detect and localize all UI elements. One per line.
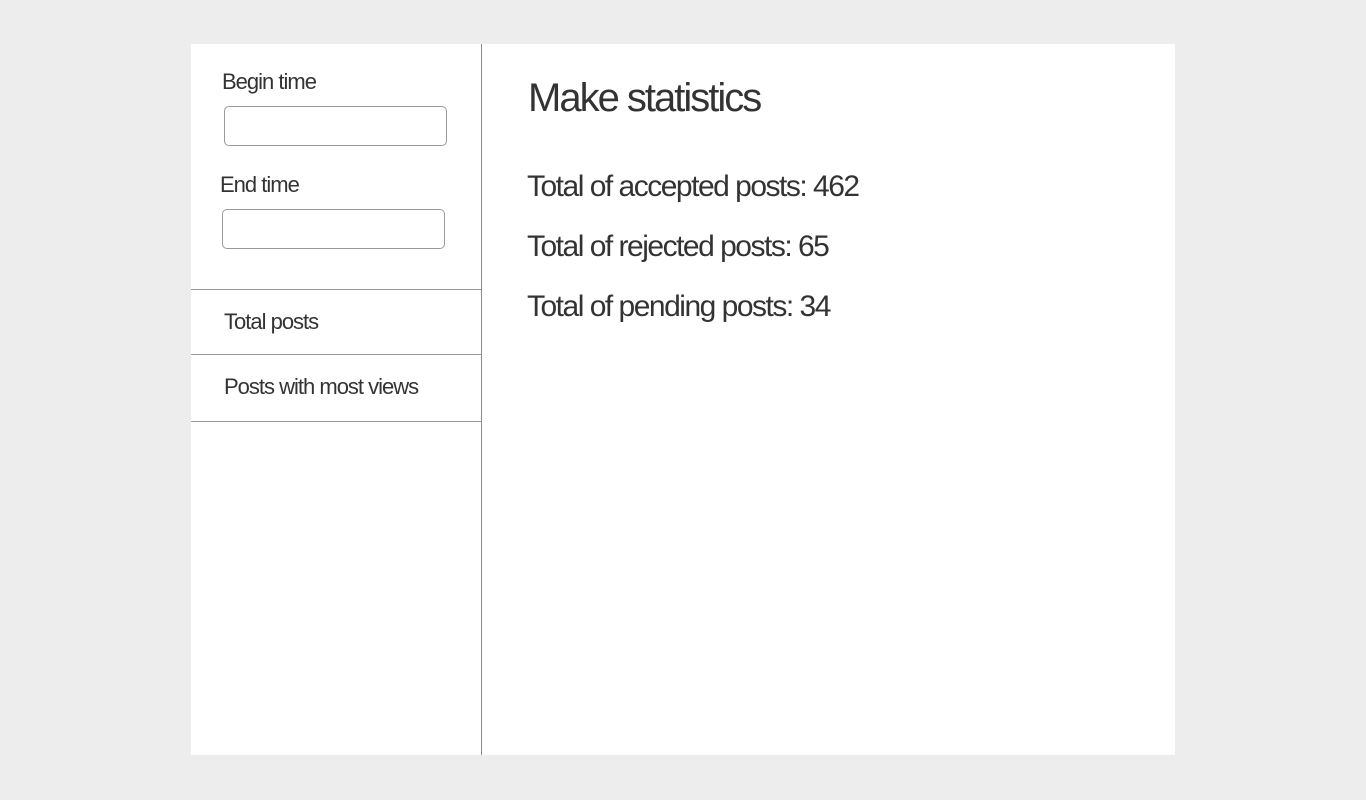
sidebar: Begin time End time Total posts Posts wi… (191, 44, 482, 755)
menu-item-label: Total posts (224, 309, 319, 334)
main-content: Make statistics Total of accepted posts:… (482, 44, 1175, 755)
stat-accepted-posts: Total of accepted posts: 462 (527, 170, 860, 203)
end-time-input[interactable] (222, 209, 445, 249)
app-frame: Begin time End time Total posts Posts wi… (191, 44, 1175, 755)
stat-pending-posts: Total of pending posts: 34 (527, 290, 831, 323)
menu-item-posts-with-most-views[interactable]: Posts with most views (191, 355, 481, 419)
begin-time-input[interactable] (224, 106, 447, 146)
end-time-label: End time (220, 172, 300, 197)
stat-rejected-posts: Total of rejected posts: 65 (527, 230, 830, 263)
page-title: Make statistics (528, 76, 762, 120)
menu-item-label: Posts with most views (224, 374, 419, 399)
begin-time-label: Begin time (222, 69, 317, 94)
menu-divider (191, 421, 481, 422)
menu-item-total-posts[interactable]: Total posts (191, 290, 481, 354)
